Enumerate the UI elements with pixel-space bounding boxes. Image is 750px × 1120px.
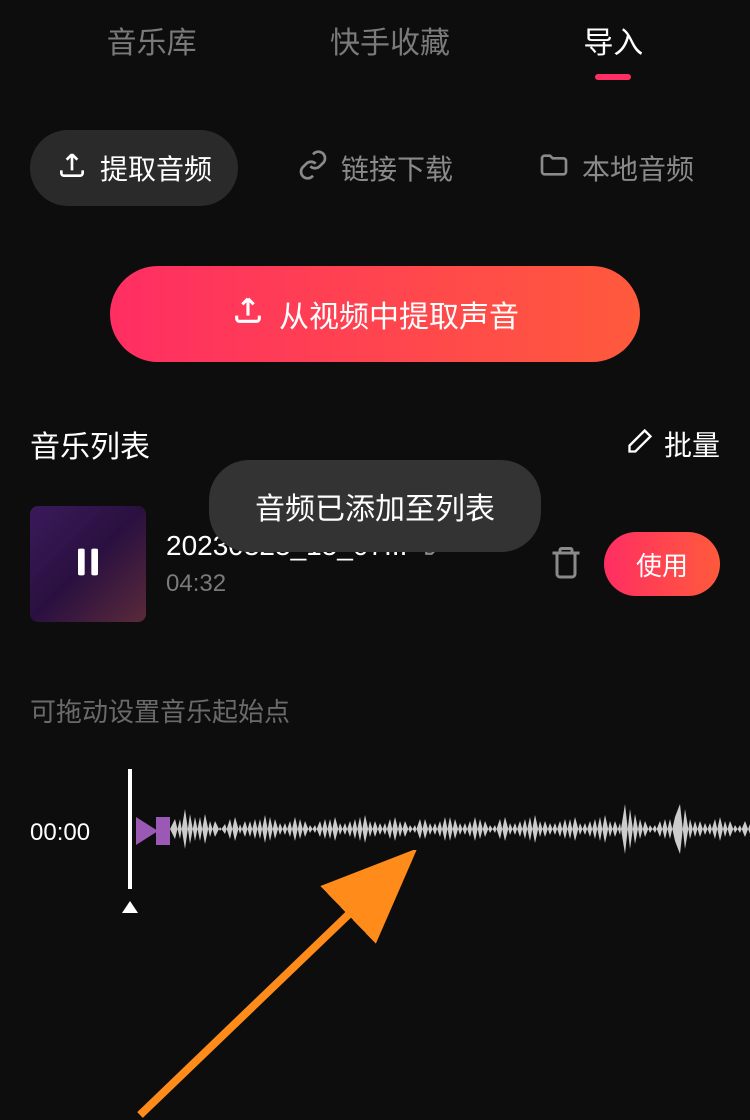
tab-favorites[interactable]: 快手收藏	[330, 8, 450, 72]
link-icon	[297, 149, 329, 188]
tab-music-library[interactable]: 音乐库	[107, 8, 197, 72]
upload-icon	[56, 149, 88, 188]
pause-icon	[68, 542, 108, 587]
extract-from-video-button[interactable]: 从视频中提取声音	[110, 266, 640, 362]
trash-icon	[548, 567, 584, 584]
drag-hint: 可拖动设置音乐起始点	[0, 622, 750, 729]
option-extract-audio[interactable]: 提取音频	[30, 130, 238, 206]
batch-edit-button[interactable]: 批量	[626, 424, 720, 464]
edit-icon	[626, 427, 654, 462]
playhead-handle[interactable]	[122, 901, 138, 913]
delete-button[interactable]	[548, 544, 584, 585]
upload-icon	[231, 293, 265, 335]
folder-icon	[538, 149, 570, 188]
tab-import[interactable]: 导入	[583, 8, 643, 72]
waveform-display[interactable]	[170, 789, 750, 869]
use-button[interactable]: 使用	[604, 532, 720, 596]
option-local-audio[interactable]: 本地音频	[512, 130, 720, 206]
start-marker[interactable]	[136, 817, 158, 845]
music-thumbnail[interactable]	[30, 506, 146, 622]
option-link-download[interactable]: 链接下载	[271, 130, 479, 206]
music-duration: 04:32	[166, 570, 528, 598]
playhead[interactable]	[128, 769, 132, 889]
time-label: 00:00	[30, 819, 90, 847]
toast-message: 音频已添加至列表	[209, 460, 541, 552]
waveform-editor[interactable]: 00:00	[0, 769, 750, 919]
music-list-title: 音乐列表	[30, 422, 150, 466]
